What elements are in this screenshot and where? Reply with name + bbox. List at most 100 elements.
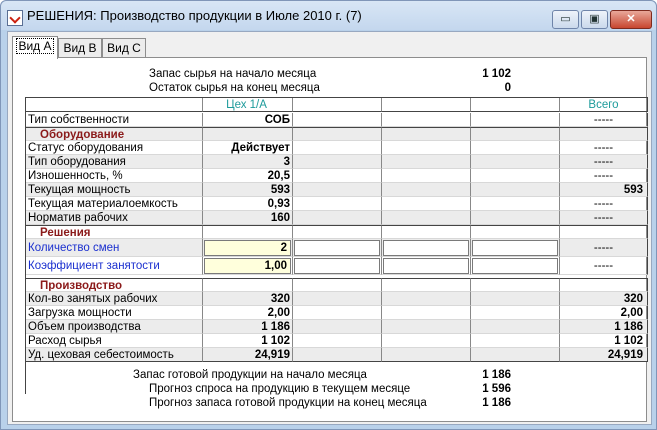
application-window: РЕШЕНИЯ: Производство продукции в Июле 2… bbox=[0, 0, 657, 430]
empty-cell bbox=[293, 292, 382, 306]
empty-cell bbox=[382, 225, 471, 239]
empty-cell bbox=[293, 278, 382, 292]
row-label: Тип собственности bbox=[26, 113, 203, 127]
empty-cell bbox=[471, 155, 560, 169]
empty-cell bbox=[203, 127, 293, 141]
empty-cell bbox=[471, 169, 560, 183]
header-col-4 bbox=[471, 98, 560, 112]
empty-cell bbox=[560, 225, 648, 239]
row-label: Статус оборудования bbox=[26, 141, 203, 155]
row-total: ----- bbox=[560, 141, 648, 155]
shifts-cell-3 bbox=[382, 239, 471, 257]
row-total: ----- bbox=[560, 211, 648, 225]
load-factor-input[interactable]: 1,00 bbox=[204, 258, 291, 274]
empty-cell bbox=[203, 278, 293, 292]
row-label: Тип оборудования bbox=[26, 155, 203, 169]
empty-cell bbox=[203, 225, 293, 239]
empty-cell bbox=[382, 320, 471, 334]
empty-cell bbox=[293, 225, 382, 239]
empty-cell bbox=[471, 334, 560, 348]
empty-cell bbox=[382, 141, 471, 155]
row-value: 3 bbox=[203, 155, 293, 169]
load-factor-cell-3 bbox=[382, 257, 471, 275]
app-icon bbox=[7, 10, 23, 26]
empty-cell bbox=[471, 278, 560, 292]
tab-view-b[interactable]: Вид В bbox=[58, 38, 102, 58]
empty-cell bbox=[471, 211, 560, 225]
empty-cell bbox=[382, 155, 471, 169]
row-label: Объем производства bbox=[26, 320, 203, 334]
row-value: СОБ bbox=[203, 113, 293, 127]
raw-stock-start-value: 1 102 bbox=[482, 68, 511, 80]
empty-cell bbox=[382, 113, 471, 127]
row-label: Текущая мощность bbox=[26, 183, 203, 197]
empty-cell bbox=[293, 127, 382, 141]
row-label: Коэффициент занятости bbox=[26, 257, 203, 275]
row-value: 1 102 bbox=[203, 334, 293, 348]
empty-cell bbox=[382, 306, 471, 320]
shifts-cell-2 bbox=[293, 239, 382, 257]
tab-view-a-label: Вид А bbox=[16, 38, 54, 54]
empty-cell bbox=[471, 113, 560, 127]
empty-cell bbox=[382, 348, 471, 362]
shifts-input[interactable]: 2 bbox=[204, 240, 291, 256]
row-label: Уд. цеховая себестоимость bbox=[26, 348, 203, 362]
empty-cell bbox=[293, 113, 382, 127]
load-factor-cell-4 bbox=[471, 257, 560, 275]
raw-stock-end-value: 0 bbox=[504, 82, 511, 94]
header-col-3 bbox=[382, 98, 471, 112]
empty-cell bbox=[293, 183, 382, 197]
finished-stock-end-forecast-label: Прогноз запаса готовой продукции на коне… bbox=[149, 397, 427, 409]
load-factor-input-3[interactable] bbox=[383, 258, 469, 274]
row-total: 1 102 bbox=[560, 334, 648, 348]
row-total: 24,919 bbox=[560, 348, 648, 362]
row-total: 593 bbox=[560, 183, 648, 197]
load-factor-input-4[interactable] bbox=[472, 258, 558, 274]
empty-cell bbox=[471, 197, 560, 211]
empty-cell bbox=[293, 320, 382, 334]
empty-cell bbox=[471, 183, 560, 197]
section-title: Решения bbox=[26, 225, 203, 239]
row-value: 20,5 bbox=[203, 169, 293, 183]
empty-cell bbox=[382, 211, 471, 225]
empty-cell bbox=[293, 141, 382, 155]
empty-cell bbox=[471, 320, 560, 334]
empty-cell bbox=[382, 292, 471, 306]
row-value: 160 bbox=[203, 211, 293, 225]
load-factor-input-2[interactable] bbox=[294, 258, 380, 274]
title-bar[interactable]: РЕШЕНИЯ: Производство продукции в Июле 2… bbox=[1, 1, 656, 30]
demand-forecast-value: 1 596 bbox=[482, 383, 511, 395]
minimize-button[interactable]: ▭ bbox=[552, 10, 579, 29]
finished-stock-start-label: Запас готовой продукции на начало месяца bbox=[133, 369, 367, 381]
header-total-col: Всего bbox=[560, 98, 648, 112]
header-col-2 bbox=[293, 98, 382, 112]
row-total: ----- bbox=[560, 155, 648, 169]
shifts-cell-4 bbox=[471, 239, 560, 257]
empty-cell bbox=[560, 127, 648, 141]
row-value: 24,919 bbox=[203, 348, 293, 362]
row-total: ----- bbox=[560, 113, 648, 127]
shifts-input-3[interactable] bbox=[383, 240, 469, 256]
raw-stock-start-label: Запас сырья на начало месяца bbox=[149, 68, 317, 80]
empty-cell bbox=[471, 127, 560, 141]
row-total: ----- bbox=[560, 197, 648, 211]
tab-view-a[interactable]: Вид А bbox=[12, 36, 58, 59]
row-total: 2,00 bbox=[560, 306, 648, 320]
close-button[interactable]: ✕ bbox=[610, 10, 652, 29]
load-factor-cell-2 bbox=[293, 257, 382, 275]
demand-forecast-label: Прогноз спроса на продукцию в текущем ме… bbox=[149, 383, 411, 395]
empty-cell bbox=[382, 334, 471, 348]
empty-cell bbox=[471, 292, 560, 306]
empty-cell bbox=[382, 183, 471, 197]
maximize-button[interactable]: ▣ bbox=[581, 10, 608, 29]
empty-cell bbox=[382, 278, 471, 292]
load-factor-cell: 1,00 bbox=[203, 257, 293, 275]
empty-cell bbox=[293, 197, 382, 211]
empty-cell bbox=[382, 197, 471, 211]
shifts-input-4[interactable] bbox=[472, 240, 558, 256]
row-label: Количество смен bbox=[26, 239, 203, 257]
shifts-input-2[interactable] bbox=[294, 240, 380, 256]
tab-view-c[interactable]: Вид С bbox=[102, 38, 146, 58]
row-value: Действует bbox=[203, 141, 293, 155]
tab-page-view-a: Запас сырья на начало месяца 1 102 Остат… bbox=[12, 57, 648, 422]
